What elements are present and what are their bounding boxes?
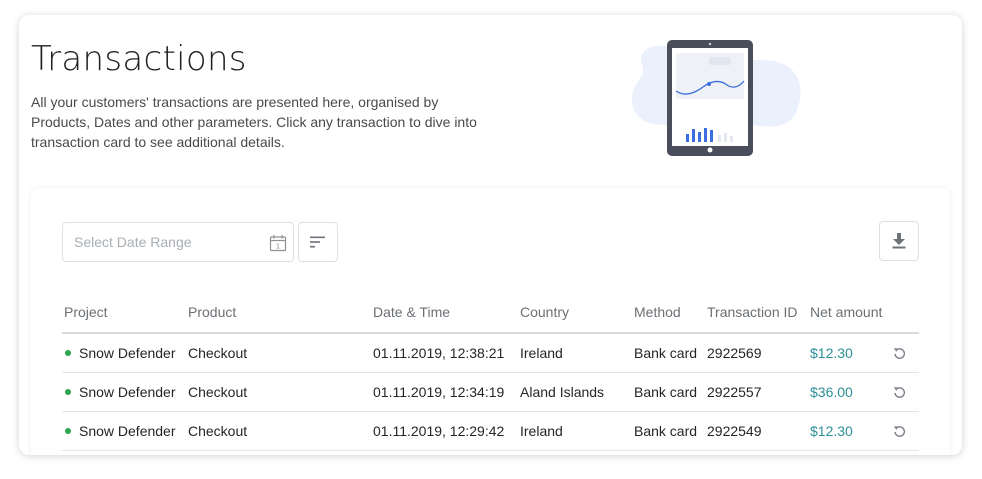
- cell-country: Aland Islands: [520, 384, 605, 400]
- cell-transaction-id: 2922557: [707, 384, 762, 400]
- sort-lines-icon: [310, 236, 325, 248]
- date-range-placeholder: Select Date Range: [74, 234, 192, 250]
- cell-country: Ireland: [520, 345, 563, 361]
- column-method[interactable]: Method: [634, 304, 681, 320]
- cell-country: Ireland: [520, 423, 563, 439]
- transactions-panel: Select Date Range 1 Project Product Date…: [31, 188, 950, 455]
- status-dot: [65, 428, 71, 434]
- cell-product: Checkout: [188, 345, 248, 361]
- refund-icon[interactable]: [892, 385, 907, 400]
- cell-transaction-id: 2922569: [707, 345, 762, 361]
- tablet-camera: [708, 42, 712, 46]
- cell-date-time: 01.11.2019, 12:38:21: [373, 345, 505, 361]
- cell-net-amount: $12.30: [810, 345, 853, 361]
- cell-date-time: 01.11.2019, 12:29:42: [373, 423, 505, 439]
- cell-project: Snow Defender: [79, 345, 176, 361]
- calendar-icon[interactable]: 1: [269, 234, 287, 252]
- table-row[interactable]: Snow Defender Checkout 01.11.2019, 12:34…: [62, 373, 919, 412]
- cell-product: Checkout: [188, 423, 248, 439]
- cell-project: Snow Defender: [79, 423, 176, 439]
- calendar-icon-number: 1: [276, 243, 280, 251]
- transactions-card: Transactions All your customers' transac…: [19, 15, 962, 455]
- column-net-amount[interactable]: Net amount: [810, 304, 882, 320]
- page-title: Transactions: [31, 39, 247, 79]
- refund-icon[interactable]: [892, 346, 907, 361]
- download-button[interactable]: [879, 221, 919, 261]
- column-product[interactable]: Product: [188, 304, 236, 320]
- cell-method: Bank card: [634, 384, 698, 400]
- cell-method: Bank card: [634, 345, 698, 361]
- cell-transaction-id: 2922549: [707, 423, 762, 439]
- table-header: Project Product Date & Time Country Meth…: [62, 294, 919, 334]
- page-description: All your customers' transactions are pre…: [31, 94, 477, 150]
- download-icon: [892, 233, 906, 249]
- cell-method: Bank card: [634, 423, 698, 439]
- transactions-table: Project Product Date & Time Country Meth…: [62, 294, 919, 451]
- table-row[interactable]: Snow Defender Checkout 01.11.2019, 12:29…: [62, 412, 919, 451]
- tablet-home-button: [707, 147, 713, 153]
- sort-filter-button[interactable]: [298, 222, 338, 262]
- column-country[interactable]: Country: [520, 304, 569, 320]
- cell-date-time: 01.11.2019, 12:34:19: [373, 384, 505, 400]
- tablet-illustration: [631, 40, 801, 156]
- status-dot: [65, 350, 71, 356]
- status-dot: [65, 389, 71, 395]
- cell-net-amount: $36.00: [810, 384, 853, 400]
- date-range-picker[interactable]: Select Date Range 1: [62, 222, 294, 262]
- column-date-time[interactable]: Date & Time: [373, 304, 450, 320]
- cell-project: Snow Defender: [79, 384, 176, 400]
- refund-icon[interactable]: [892, 424, 907, 439]
- column-project[interactable]: Project: [64, 304, 108, 320]
- column-transaction-id[interactable]: Transaction ID: [707, 304, 798, 320]
- table-row[interactable]: Snow Defender Checkout 01.11.2019, 12:38…: [62, 334, 919, 373]
- cell-net-amount: $12.30: [810, 423, 853, 439]
- cell-product: Checkout: [188, 384, 248, 400]
